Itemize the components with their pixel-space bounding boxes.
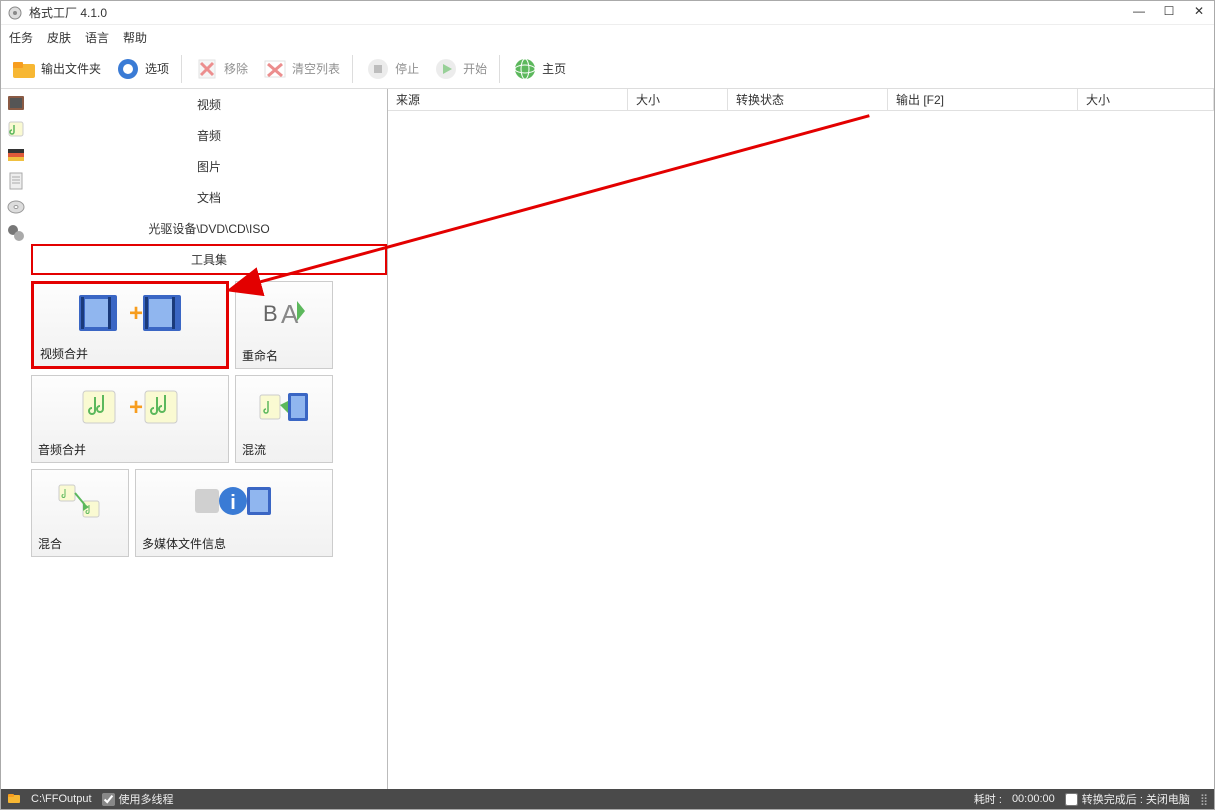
tool-mix-label: 混合 (32, 531, 128, 556)
output-folder-label: 输出文件夹 (41, 60, 101, 77)
options-label: 选项 (145, 60, 169, 77)
main-area: 视频 音频 图片 文档 光驱设备\DVD\CD\ISO 工具集 + (1, 89, 1214, 789)
options-button[interactable]: 选项 (109, 54, 175, 84)
close-button[interactable]: ✕ (1184, 1, 1214, 21)
mux-icon (236, 376, 332, 437)
titlebar: 格式工厂 4.1.0 — ☐ ✕ (1, 1, 1214, 25)
menu-skin[interactable]: 皮肤 (47, 29, 71, 46)
homepage-button[interactable]: 主页 (506, 54, 572, 84)
audio-tab-icon[interactable] (6, 119, 26, 139)
col-status[interactable]: 转换状态 (728, 89, 888, 110)
tool-mix[interactable]: 混合 (31, 469, 129, 557)
disc-tab-icon[interactable] (6, 197, 26, 217)
globe-icon (512, 56, 538, 82)
category-video[interactable]: 视频 (31, 89, 387, 120)
tool-video-merge[interactable]: + 视频合并 (31, 281, 229, 369)
tool-rename[interactable]: BA 重命名 (235, 281, 333, 369)
menubar: 任务 皮肤 语言 帮助 (1, 25, 1214, 49)
tool-rename-label: 重命名 (236, 343, 332, 368)
picture-tab-icon[interactable] (6, 145, 26, 165)
window-controls: — ☐ ✕ (1124, 1, 1214, 21)
category-document[interactable]: 文档 (31, 182, 387, 213)
col-size2[interactable]: 大小 (1078, 89, 1214, 110)
window-title: 格式工厂 4.1.0 (29, 4, 107, 21)
menu-task[interactable]: 任务 (9, 29, 33, 46)
after-convert-checkbox[interactable]: 转换完成后 : 关闭电脑 (1065, 791, 1190, 807)
homepage-label: 主页 (542, 60, 566, 77)
category-toolset[interactable]: 工具集 (31, 244, 387, 275)
mix-icon (32, 470, 128, 531)
folder-icon (11, 56, 37, 82)
toolbar: 输出文件夹 选项 移除 清空列表 停止 开始 主页 (1, 49, 1214, 89)
svg-text:+: + (129, 394, 143, 421)
category-audio[interactable]: 音频 (31, 120, 387, 151)
maximize-button[interactable]: ☐ (1154, 1, 1184, 21)
start-button[interactable]: 开始 (427, 54, 493, 84)
svg-text:i: i (230, 492, 236, 514)
tool-mux-label: 混流 (236, 437, 332, 462)
stop-button[interactable]: 停止 (359, 54, 425, 84)
after-convert-label: 转换完成后 : 关闭电脑 (1082, 791, 1190, 807)
table-header: 来源 大小 转换状态 输出 [F2] 大小 (388, 89, 1214, 111)
folder-small-icon (7, 791, 21, 808)
output-path[interactable]: C:\FFOutput (31, 793, 92, 805)
category-list: 视频 音频 图片 文档 光驱设备\DVD\CD\ISO 工具集 (31, 89, 387, 275)
remove-button[interactable]: 移除 (188, 54, 254, 84)
remove-label: 移除 (224, 60, 248, 77)
after-convert-input[interactable] (1065, 793, 1078, 806)
tools-grid: + 视频合并 BA 重命名 (31, 275, 387, 557)
category-picture[interactable]: 图片 (31, 151, 387, 182)
separator (499, 55, 500, 83)
clear-icon (262, 56, 288, 82)
options-icon (115, 56, 141, 82)
tool-video-merge-label: 视频合并 (34, 341, 226, 366)
video-tab-icon[interactable] (6, 93, 26, 113)
document-tab-icon[interactable] (6, 171, 26, 191)
col-size[interactable]: 大小 (628, 89, 728, 110)
rename-icon: BA (236, 282, 332, 343)
col-output[interactable]: 输出 [F2] (888, 89, 1078, 110)
minimize-button[interactable]: — (1124, 1, 1154, 21)
tool-media-info[interactable]: i 多媒体文件信息 (135, 469, 333, 557)
multithread-checkbox[interactable]: 使用多线程 (102, 791, 174, 807)
left-panel: 视频 音频 图片 文档 光驱设备\DVD\CD\ISO 工具集 + (31, 89, 387, 789)
resize-grip[interactable]: ⣿ (1200, 793, 1208, 806)
stop-icon (365, 56, 391, 82)
separator (352, 55, 353, 83)
category-dvd[interactable]: 光驱设备\DVD\CD\ISO (31, 213, 387, 244)
col-source[interactable]: 来源 (388, 89, 628, 110)
clear-list-button[interactable]: 清空列表 (256, 54, 346, 84)
app-icon (7, 5, 23, 21)
video-merge-icon: + (34, 284, 226, 341)
clear-label: 清空列表 (292, 60, 340, 77)
tool-mux[interactable]: 混流 (235, 375, 333, 463)
media-info-icon: i (136, 470, 332, 531)
elapsed-label: 耗时 : (974, 791, 1002, 807)
sidebar-icons (1, 89, 31, 789)
statusbar: C:\FFOutput 使用多线程 耗时 : 00:00:00 转换完成后 : … (1, 789, 1214, 809)
tool-audio-merge-label: 音频合并 (32, 437, 228, 462)
right-panel: 来源 大小 转换状态 输出 [F2] 大小 (387, 89, 1214, 789)
tool-media-info-label: 多媒体文件信息 (136, 531, 332, 556)
table-body[interactable] (388, 111, 1214, 789)
stop-label: 停止 (395, 60, 419, 77)
menu-language[interactable]: 语言 (85, 29, 109, 46)
elapsed-value: 00:00:00 (1012, 793, 1055, 805)
multithread-label: 使用多线程 (119, 791, 174, 807)
tools-tab-icon[interactable] (6, 223, 26, 243)
tool-audio-merge[interactable]: + 音频合并 (31, 375, 229, 463)
separator (181, 55, 182, 83)
svg-text:B: B (263, 301, 278, 326)
remove-icon (194, 56, 220, 82)
multithread-input[interactable] (102, 793, 115, 806)
audio-merge-icon: + (32, 376, 228, 437)
menu-help[interactable]: 帮助 (123, 29, 147, 46)
output-folder-button[interactable]: 输出文件夹 (5, 54, 107, 84)
play-icon (433, 56, 459, 82)
svg-text:A: A (281, 299, 299, 329)
start-label: 开始 (463, 60, 487, 77)
svg-text:+: + (129, 300, 143, 327)
